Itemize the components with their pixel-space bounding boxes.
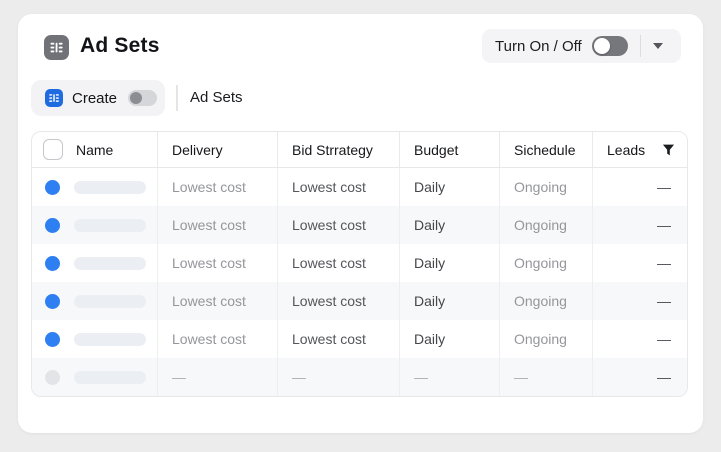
turn-on-off-toggle[interactable] <box>592 36 628 56</box>
column-header-schedule: Sichedule <box>500 132 593 167</box>
cell-schedule: Ongoing <box>500 320 593 358</box>
column-header-name: Name <box>32 132 158 167</box>
cell-name <box>32 282 158 320</box>
cell-delivery: Lowest cost <box>158 282 278 320</box>
column-header-leads: Leads <box>593 132 687 167</box>
create-button[interactable]: Create <box>31 80 165 116</box>
page-title: Ad Sets <box>80 34 160 58</box>
cell-budget: Daily <box>400 320 500 358</box>
name-skeleton <box>74 295 146 308</box>
cell-budget: Daily <box>400 168 500 206</box>
column-header-budget: Budget <box>400 132 500 167</box>
name-skeleton <box>74 371 146 384</box>
name-skeleton <box>74 181 146 194</box>
cell-budget: Daily <box>400 206 500 244</box>
name-skeleton <box>74 257 146 270</box>
ad-sets-card: Ad Sets Turn On / Off Create Ad <box>18 14 703 433</box>
status-dot <box>45 332 60 347</box>
table-header: Name Delivery Bid Strrategy Budget Siche… <box>32 132 687 168</box>
cell-name <box>32 358 158 396</box>
cell-leads: — <box>593 320 687 358</box>
name-skeleton <box>74 219 146 232</box>
table-row[interactable]: Lowest costLowest costDailyOngoing— <box>32 168 687 206</box>
cell-schedule: — <box>500 358 593 396</box>
cell-budget: Daily <box>400 244 500 282</box>
name-skeleton <box>74 333 146 346</box>
cell-delivery: Lowest cost <box>158 244 278 282</box>
column-header-bid-strategy: Bid Strrategy <box>278 132 400 167</box>
cell-bid-strategy: Lowest cost <box>278 244 400 282</box>
cell-name <box>32 320 158 358</box>
status-dot <box>45 218 60 233</box>
cell-delivery: Lowest cost <box>158 320 278 358</box>
ad-sets-icon <box>44 35 69 60</box>
cell-delivery: Lowest cost <box>158 206 278 244</box>
cell-delivery: Lowest cost <box>158 168 278 206</box>
toggle-knob <box>594 38 610 54</box>
cell-bid-strategy: Lowest cost <box>278 206 400 244</box>
create-ad-set-icon <box>45 89 63 107</box>
cell-bid-strategy: — <box>278 358 400 396</box>
cell-budget: — <box>400 358 500 396</box>
cell-budget: Daily <box>400 282 500 320</box>
ad-sets-icon-glyph <box>49 40 64 55</box>
turn-on-off-control[interactable]: Turn On / Off <box>482 29 681 63</box>
turn-on-off-label: Turn On / Off <box>495 38 582 55</box>
status-dot <box>45 370 60 385</box>
table-row[interactable]: Lowest costLowest costDailyOngoing— <box>32 206 687 244</box>
table-body: Lowest costLowest costDailyOngoing—Lowes… <box>32 168 687 396</box>
cell-schedule: Ongoing <box>500 206 593 244</box>
cell-delivery: — <box>158 358 278 396</box>
create-button-label: Create <box>72 90 117 107</box>
create-toggle[interactable] <box>128 90 157 106</box>
cell-bid-strategy: Lowest cost <box>278 168 400 206</box>
cell-leads: — <box>593 206 687 244</box>
chevron-down-icon <box>653 43 663 49</box>
cell-leads: — <box>593 244 687 282</box>
cell-leads: — <box>593 358 687 396</box>
toggle-knob <box>130 92 142 104</box>
cell-schedule: Ongoing <box>500 168 593 206</box>
cell-name <box>32 244 158 282</box>
cell-schedule: Ongoing <box>500 244 593 282</box>
status-dot <box>45 294 60 309</box>
divider <box>176 85 178 111</box>
cell-schedule: Ongoing <box>500 282 593 320</box>
table-row[interactable]: Lowest costLowest costDailyOngoing— <box>32 282 687 320</box>
table-row[interactable]: Lowest costLowest costDailyOngoing— <box>32 320 687 358</box>
cell-bid-strategy: Lowest cost <box>278 320 400 358</box>
breadcrumb: Ad Sets <box>190 89 243 106</box>
column-header-delivery: Delivery <box>158 132 278 167</box>
status-dot <box>45 180 60 195</box>
select-all-checkbox[interactable] <box>43 139 63 160</box>
table-row[interactable]: Lowest costLowest costDailyOngoing— <box>32 244 687 282</box>
cell-leads: — <box>593 168 687 206</box>
table-row[interactable]: ————— <box>32 358 687 396</box>
cell-name <box>32 206 158 244</box>
cell-name <box>32 168 158 206</box>
cell-bid-strategy: Lowest cost <box>278 282 400 320</box>
dropdown-button[interactable] <box>641 29 675 63</box>
cell-leads: — <box>593 282 687 320</box>
ad-sets-table: Name Delivery Bid Strrategy Budget Siche… <box>31 131 688 397</box>
status-dot <box>45 256 60 271</box>
filter-icon[interactable] <box>662 143 675 157</box>
